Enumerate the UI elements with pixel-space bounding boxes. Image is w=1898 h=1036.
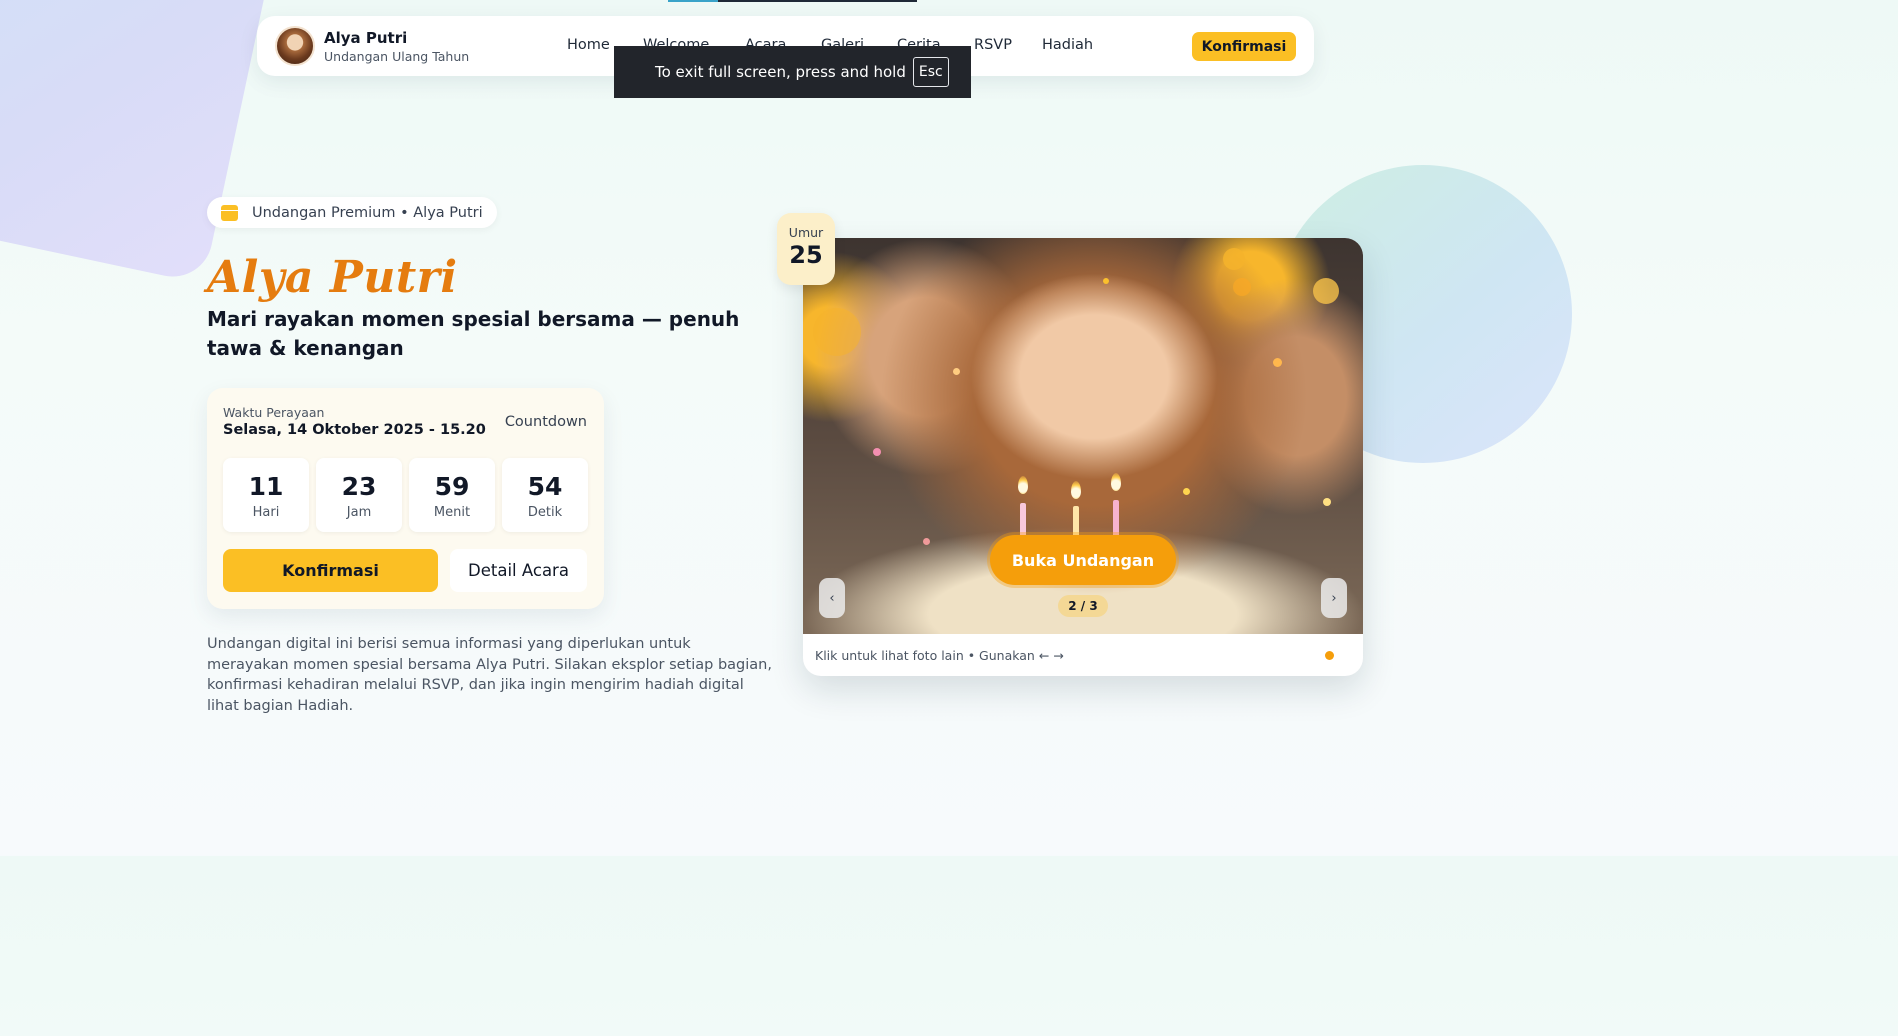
countdown-seconds-value: 54 <box>527 472 563 501</box>
brand-name[interactable]: Alya Putri <box>324 29 407 47</box>
nav-link-rsvp[interactable]: RSVP <box>974 37 1012 53</box>
hero-description: Undangan digital ini berisi semua inform… <box>207 636 772 714</box>
premium-pill: Undangan Premium • Alya Putri <box>207 197 497 228</box>
confirm-button[interactable]: Konfirmasi <box>223 549 438 592</box>
countdown-minutes-unit: Menit <box>433 505 471 520</box>
photo-card: Buka Undangan ‹ › 2 / 3 Klik untuk lihat… <box>803 238 1363 676</box>
fullscreen-toast-text: To exit full screen, press and hold <box>655 63 906 81</box>
avatar[interactable] <box>275 26 315 66</box>
hero-title: Alya Putri <box>207 252 458 303</box>
countdown-label: Waktu Perayaan <box>223 405 325 420</box>
fullscreen-toast: To exit full screen, press and hold Esc <box>614 46 971 98</box>
hero-subtitle: Mari rayakan momen spesial bersama — pen… <box>207 307 740 360</box>
open-invitation-button[interactable]: Buka Undangan <box>990 535 1176 585</box>
countdown-minutes-value: 59 <box>434 472 470 501</box>
calendar-icon <box>221 204 238 221</box>
birthday-photo[interactable]: Buka Undangan ‹ › 2 / 3 <box>803 238 1363 634</box>
countdown-days-unit: Hari <box>252 505 280 520</box>
countdown-hours-unit: Jam <box>346 505 372 520</box>
photo-counter: 2 / 3 <box>1058 595 1108 617</box>
age-badge: Umur 25 <box>777 213 835 285</box>
nav-link-home[interactable]: Home <box>567 37 610 53</box>
top-progress-line <box>668 0 917 2</box>
event-detail-button[interactable]: Detail Acara <box>450 549 587 592</box>
countdown-hours: 23 Jam <box>316 458 402 532</box>
countdown-hours-value: 23 <box>341 472 377 501</box>
photo-hint: Klik untuk lihat foto lain • Gunakan ← → <box>815 648 1064 663</box>
countdown-days: 11 Hari <box>223 458 309 532</box>
age-value: 25 <box>789 241 823 269</box>
countdown-minutes: 59 Menit <box>409 458 495 532</box>
premium-pill-text: Undangan Premium • Alya Putri <box>252 204 483 221</box>
age-label: Umur <box>788 225 824 240</box>
countdown-title: Countdown <box>504 414 587 430</box>
esc-key-badge: Esc <box>912 57 949 87</box>
countdown-seconds-unit: Detik <box>527 505 563 520</box>
countdown-datetime: Selasa, 14 Oktober 2025 - 15.20 <box>223 422 486 438</box>
nav-link-hadiah[interactable]: Hadiah <box>1042 37 1093 53</box>
nav-confirm-button[interactable]: Konfirmasi <box>1192 32 1296 61</box>
slide-indicator-dot[interactable] <box>1325 651 1334 660</box>
prev-photo-button[interactable]: ‹ <box>819 578 845 618</box>
brand-subtitle: Undangan Ulang Tahun <box>324 49 470 64</box>
countdown-days-value: 11 <box>248 472 284 501</box>
countdown-card: Waktu Perayaan Selasa, 14 Oktober 2025 -… <box>207 388 604 609</box>
next-photo-button[interactable]: › <box>1321 578 1347 618</box>
background-blob-left <box>0 0 289 284</box>
countdown-seconds: 54 Detik <box>502 458 588 532</box>
